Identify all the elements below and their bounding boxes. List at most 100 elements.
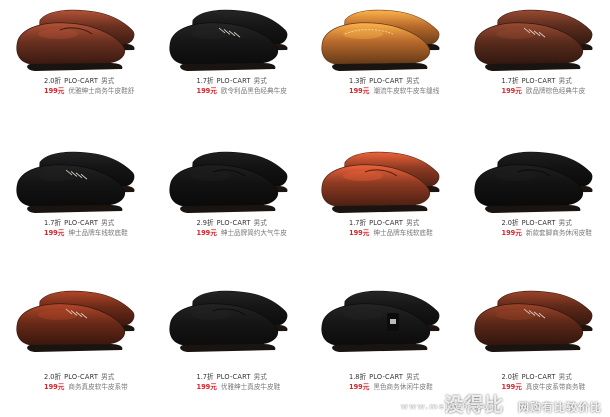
shoe-highlight	[38, 29, 78, 39]
buckle	[390, 319, 396, 324]
shoe-image[interactable]	[305, 0, 457, 80]
discount-label: 1.7折	[44, 219, 62, 227]
product-card[interactable]: 2.9折 PLO-CART 男式 199元 绅士品牌简约大气牛皮	[153, 104, 306, 251]
brand-label[interactable]: PLO-CART	[369, 77, 403, 85]
front-shoe-sole	[484, 63, 580, 71]
product-card[interactable]: 2.0折 PLO-CART 男式 199元 优雅绅士商务牛皮鞋舒	[0, 0, 153, 104]
brand-label[interactable]: PLO-CART	[217, 77, 251, 85]
product-title-link[interactable]: 新款套脚商务休闲皮鞋	[526, 229, 592, 237]
brand-label[interactable]: PLO-CART	[522, 373, 556, 381]
brand-label[interactable]: PLO-CART	[64, 219, 98, 227]
product-title-link[interactable]: 绅士品牌简约大气牛皮	[221, 229, 287, 237]
gender-label: 男式	[101, 77, 115, 85]
shoe-image[interactable]	[153, 0, 305, 80]
gender-label: 男式	[558, 77, 572, 85]
product-info: 1.8折 PLO-CART 男式 199元 黑色商务休闲牛皮鞋	[349, 372, 457, 392]
product-title-link[interactable]: 绅士品牌车线软底鞋	[373, 229, 432, 237]
product-info: 1.7折 PLO-CART 男式 199元 绅士品牌车线软底鞋	[44, 218, 152, 238]
shoe-image[interactable]	[153, 142, 305, 222]
shoe-image[interactable]	[305, 142, 457, 222]
front-shoe-sole	[484, 344, 580, 352]
price-label: 199元	[349, 87, 370, 95]
product-card[interactable]: 2.0折 PLO-CART 男式 199元 商务真皮软牛皮系带	[0, 251, 153, 417]
product-info: 1.7折 PLO-CART 男式 199元 欧品牌棕色经典牛皮	[502, 76, 610, 96]
brand-label[interactable]: PLO-CART	[64, 77, 98, 85]
price-label: 199元	[44, 87, 65, 95]
brand-label[interactable]: PLO-CART	[522, 219, 556, 227]
discount-label: 1.7折	[501, 77, 519, 85]
shoe-highlight	[190, 171, 231, 181]
shoe-image[interactable]	[0, 142, 152, 222]
product-title-link[interactable]: 欧令利品黑色经典牛皮	[221, 87, 287, 95]
product-info: 2.9折 PLO-CART 男式 199元 绅士品牌简约大气牛皮	[197, 218, 305, 238]
product-card[interactable]: 1.7折 PLO-CART 男式 199元 欧品牌棕色经典牛皮	[458, 0, 610, 104]
brand-label[interactable]: PLO-CART	[217, 373, 251, 381]
gender-label: 男式	[558, 219, 572, 227]
price-label: 199元	[196, 229, 217, 237]
shoe-image[interactable]	[305, 281, 457, 361]
shoe-highlight	[343, 171, 383, 181]
product-title-link[interactable]: 优雅绅士商务牛皮鞋舒	[68, 87, 134, 95]
product-info: 2.0折 PLO-CART 男式 199元 商务真皮软牛皮系带	[44, 372, 152, 392]
product-card[interactable]: 1.7折 PLO-CART 男式 199元 优雅绅士真皮牛皮鞋	[153, 251, 306, 417]
shoe-image[interactable]	[458, 142, 610, 222]
price-label: 199元	[349, 383, 370, 391]
product-card[interactable]: 1.3折 PLO-CART 男式 199元 潮流牛皮软牛皮车缝线	[305, 0, 458, 104]
product-card[interactable]: 1.7折 PLO-CART 男式 199元 绅士品牌车线软底鞋	[305, 104, 458, 251]
shoe-image[interactable]	[0, 0, 152, 80]
discount-label: 1.7折	[196, 77, 214, 85]
gender-label: 男式	[101, 219, 115, 227]
product-info: 2.0折 PLO-CART 男式 199元 新款套脚商务休闲皮鞋	[502, 218, 610, 238]
brand-label[interactable]: PLO-CART	[64, 373, 98, 381]
gender-label: 男式	[406, 77, 420, 85]
discount-label: 2.0折	[501, 219, 519, 227]
discount-label: 1.3折	[349, 77, 367, 85]
product-info: 1.3折 PLO-CART 男式 199元 潮流牛皮软牛皮车缝线	[349, 76, 457, 96]
shoe-image[interactable]	[458, 0, 610, 80]
product-title-link[interactable]: 绅士品牌车线软底鞋	[68, 229, 127, 237]
shoe-highlight	[495, 171, 536, 181]
product-card[interactable]: 1.7折 PLO-CART 男式 199元 欧令利品黑色经典牛皮	[153, 0, 306, 104]
discount-label: 2.0折	[501, 373, 519, 381]
price-label: 199元	[349, 229, 370, 237]
product-title-link[interactable]: 欧品牌棕色经典牛皮	[526, 87, 585, 95]
product-info: 2.0折 PLO-CART 男式 199元 真皮牛皮系带商务鞋	[502, 372, 610, 392]
product-title-link[interactable]: 潮流牛皮软牛皮车缝线	[373, 87, 439, 95]
price-label: 199元	[501, 87, 522, 95]
gender-label: 男式	[101, 373, 115, 381]
watermark-url: www.meidebi.com	[400, 402, 498, 411]
shoe-highlight	[343, 310, 383, 320]
front-shoe-sole	[332, 63, 428, 71]
shoe-image[interactable]	[458, 281, 610, 361]
front-shoe-sole	[27, 205, 123, 213]
shoe-image[interactable]	[153, 281, 305, 361]
brand-label[interactable]: PLO-CART	[369, 373, 403, 381]
discount-label: 2.9折	[196, 219, 214, 227]
watermark-tail: 网购有比较价比	[518, 401, 602, 414]
product-title-link[interactable]: 优雅绅士真皮牛皮鞋	[221, 383, 280, 391]
gender-label: 男式	[253, 77, 267, 85]
brand-label[interactable]: PLO-CART	[369, 219, 403, 227]
gender-label: 男式	[406, 219, 420, 227]
price-label: 199元	[44, 229, 65, 237]
product-title-link[interactable]: 商务真皮软牛皮系带	[68, 383, 127, 391]
brand-label[interactable]: PLO-CART	[217, 219, 251, 227]
front-shoe-sole	[484, 205, 580, 213]
product-card[interactable]: 2.0折 PLO-CART 男式 199元 新款套脚商务休闲皮鞋	[458, 104, 610, 251]
discount-label: 1.8折	[349, 373, 367, 381]
shoe-image[interactable]	[0, 281, 152, 361]
discount-label: 1.7折	[196, 373, 214, 381]
front-shoe-sole	[332, 344, 428, 352]
brand-label[interactable]: PLO-CART	[522, 77, 556, 85]
front-shoe-sole	[179, 205, 275, 213]
price-label: 199元	[501, 229, 522, 237]
shoe-highlight	[343, 29, 383, 39]
price-label: 199元	[44, 383, 65, 391]
product-card[interactable]: 1.7折 PLO-CART 男式 199元 绅士品牌车线软底鞋	[0, 104, 153, 251]
front-shoe-sole	[332, 205, 428, 213]
price-label: 199元	[196, 87, 217, 95]
front-shoe-sole	[27, 344, 123, 352]
gender-label: 男式	[253, 219, 267, 227]
shoe-highlight	[190, 310, 231, 320]
product-grid: 2.0折 PLO-CART 男式 199元 优雅绅士商务牛皮鞋舒 1.7折 PLO-CA…	[0, 0, 610, 417]
